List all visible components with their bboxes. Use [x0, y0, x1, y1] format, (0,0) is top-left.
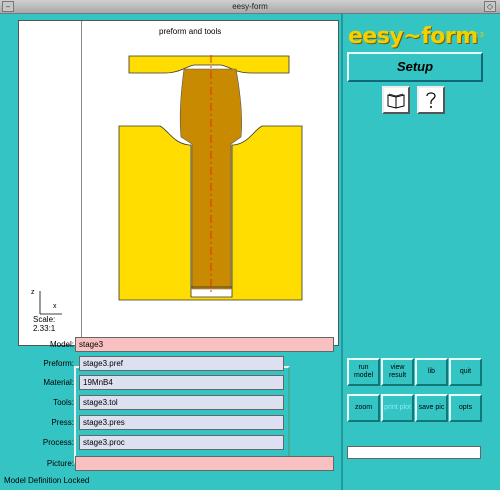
- help-button[interactable]: [417, 86, 445, 114]
- press-field[interactable]: stage3.pres: [79, 415, 284, 430]
- scale-value: 2.33:1: [33, 324, 56, 333]
- preform-and-tools-drawing: [39, 55, 303, 315]
- window-titlebar: – eesy-form ◇: [0, 0, 500, 14]
- preform-field[interactable]: stage3.pref: [79, 356, 284, 371]
- preform-label: Preform:: [43, 359, 74, 368]
- app-area: preform and tools z x Scale: 2.33:1 Mode…: [0, 14, 500, 490]
- window-title: eesy-form: [232, 2, 268, 11]
- view-result-button[interactable]: view result: [381, 358, 414, 386]
- quit-button[interactable]: quit: [449, 358, 482, 386]
- scale-label: Scale: 2.33:1: [33, 315, 55, 333]
- tools-field[interactable]: stage3.tol: [79, 395, 284, 410]
- zoom-button[interactable]: zoom: [347, 394, 380, 422]
- process-label: Process:: [42, 438, 74, 447]
- book-icon: [387, 93, 405, 109]
- model-label: Model:: [49, 340, 74, 349]
- drawing-canvas: preform and tools z x Scale: 2.33:1: [18, 20, 339, 346]
- status-text: Model Definition Locked: [4, 476, 90, 485]
- scale-title: Scale:: [33, 315, 56, 324]
- save-pic-button[interactable]: save pic: [415, 394, 448, 422]
- picture-label: Picture:: [46, 459, 74, 468]
- press-label: Press:: [51, 418, 74, 427]
- material-field[interactable]: 19MnB4: [79, 375, 284, 390]
- material-row: Material:: [0, 376, 74, 392]
- tools-label: Tools:: [53, 398, 74, 407]
- opts-button[interactable]: opts: [449, 394, 482, 422]
- question-icon: [426, 92, 436, 108]
- tools-row: Tools:: [0, 396, 74, 412]
- setup-button[interactable]: Setup: [347, 52, 483, 82]
- manual-button[interactable]: [382, 86, 410, 114]
- process-field[interactable]: stage3.proc: [79, 435, 284, 450]
- x-axis-label: x: [53, 303, 57, 310]
- eesy-form-logo: eesy~form: [348, 24, 478, 49]
- picture-row: Picture:: [0, 457, 74, 473]
- model-row: Model:: [0, 338, 74, 354]
- preform-row: Preform:: [0, 357, 74, 373]
- window-close-button[interactable]: ◇: [484, 1, 496, 12]
- press-row: Press:: [0, 416, 74, 432]
- lib-button[interactable]: lib: [415, 358, 448, 386]
- process-row: Process:: [0, 436, 74, 452]
- version-label: 2.3: [474, 32, 484, 39]
- run-model-button[interactable]: run model: [347, 358, 380, 386]
- z-axis-label: z: [31, 289, 35, 296]
- message-field[interactable]: [347, 446, 481, 459]
- picture-field[interactable]: [75, 456, 334, 471]
- material-label: Material:: [43, 378, 74, 387]
- model-field[interactable]: stage3: [75, 337, 334, 352]
- panel-divider: [341, 14, 343, 490]
- print-plot-button[interactable]: print plot: [381, 394, 414, 422]
